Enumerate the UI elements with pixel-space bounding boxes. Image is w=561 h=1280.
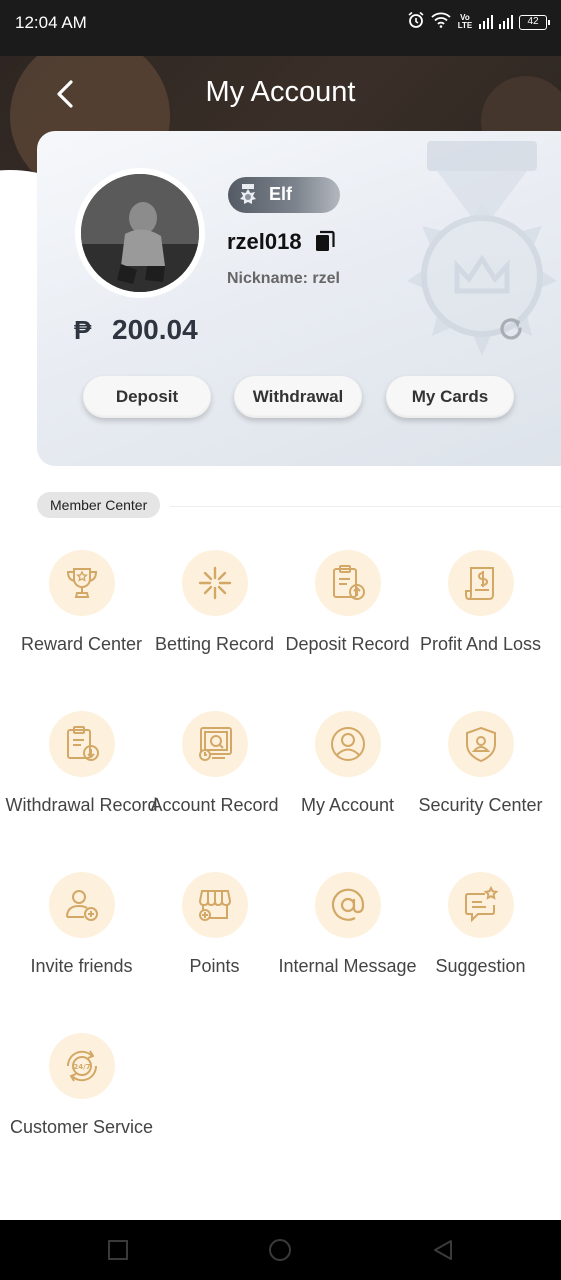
menu-label: Account Record [150,795,279,815]
screen: 12:04 AM Vo LTE 42 My Account Elf rzel01… [0,0,561,1280]
menu-label: Deposit Record [285,634,410,654]
shield-user-icon [466,726,496,763]
nickname: Nickname: rzel [227,270,340,287]
store-icon [198,890,232,921]
signal-icon-2 [499,15,513,29]
clipboard-download-icon [67,726,99,761]
status-time: 12:04 AM [15,13,87,32]
medal-icon [240,184,256,204]
withdrawal-button[interactable]: Withdrawal [234,376,362,418]
currency-symbol: ₱ [74,315,92,345]
level-name: Elf [269,184,293,204]
menu-label: Reward Center [20,634,143,654]
trophy-icon [66,568,98,598]
back-nav-icon[interactable] [431,1238,455,1262]
avatar-photo [81,174,199,292]
user-add-icon [66,890,98,921]
level-badge: Elf [228,177,340,213]
status-icons: Vo LTE 42 [407,11,550,33]
page-title: My Account [205,76,356,108]
menu-label: Invite friends [30,956,133,976]
battery-icon: 42 [519,14,550,30]
menu-label: Betting Record [154,634,275,654]
at-sign-icon [331,888,365,921]
refresh-icon[interactable] [496,314,526,344]
monitor-record-icon [199,727,232,761]
status-bar: 12:04 AM Vo LTE 42 [0,0,561,56]
menu-label: Profit And Loss [419,634,542,654]
profile-card: Elf rzel018 Nickname: rzel ₱ 200.04 Depo… [37,131,561,466]
member-center-label: Member Center [37,492,161,518]
home-icon[interactable] [268,1238,292,1262]
wifi-icon [431,12,451,32]
divider [170,506,561,507]
menu-label: Points [189,956,240,976]
menu-label: Suggestion [435,956,526,976]
user-circle-icon [331,727,365,761]
sparkle-icon [198,566,232,600]
copy-icon[interactable] [314,230,336,254]
svg-text:24/7: 24/7 [73,1063,90,1071]
username: rzel018 [227,229,302,254]
chat-star-icon [465,885,499,923]
menu-label: My Account [300,795,395,815]
navigation-bar [0,1220,561,1280]
my-cards-button[interactable]: My Cards [386,376,514,418]
clipboard-upload-icon [333,565,365,600]
medal-watermark-icon [407,141,557,356]
balance: 200.04 [112,314,198,345]
support-24-7-icon: 24/7 [66,1050,98,1082]
deposit-button[interactable]: Deposit [83,376,211,418]
invoice-dollar-icon [465,567,494,600]
avatar[interactable] [81,174,199,292]
volte-icon: Vo LTE [457,13,473,30]
alarm-icon [407,11,425,33]
recent-apps-icon[interactable] [106,1238,130,1262]
signal-icon [479,15,493,29]
menu-label: Security Center [418,795,543,815]
menu-label: Internal Message [278,956,417,976]
menu-label: Withdrawal Record [5,795,158,815]
menu-label: Customer Service [9,1117,154,1137]
